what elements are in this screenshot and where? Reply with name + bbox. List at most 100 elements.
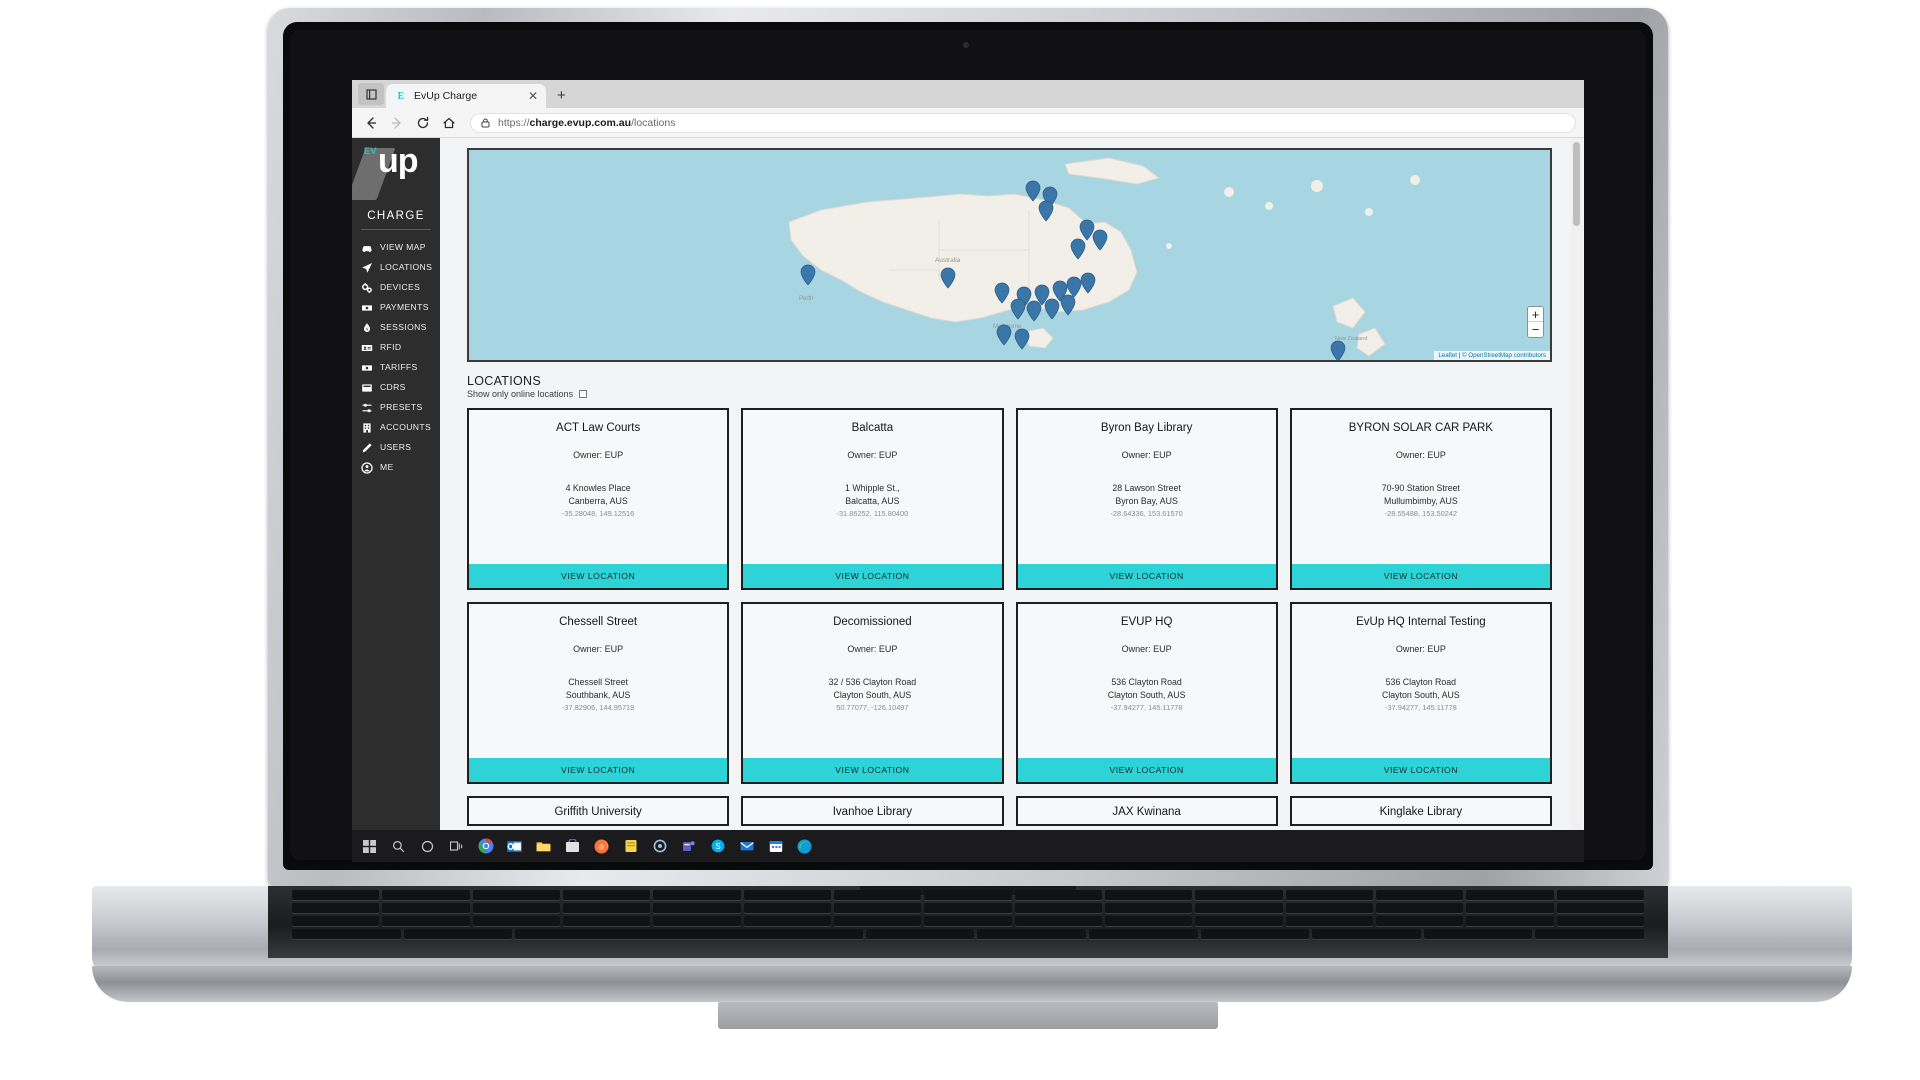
locations-grid: ACT Law Courts Owner: EUP 4 Knowles Plac… (467, 408, 1552, 826)
view-location-button[interactable]: VIEW LOCATION (1291, 564, 1550, 588)
settings-icon[interactable] (650, 837, 669, 856)
teams-icon[interactable] (679, 837, 698, 856)
view-location-button[interactable]: VIEW LOCATION (1017, 564, 1276, 588)
sidebar-item-rfid[interactable]: RFID (352, 338, 440, 358)
location-name: EVUP HQ (1120, 616, 1173, 628)
location-card[interactable]: ACT Law Courts Owner: EUP 4 Knowles Plac… (467, 408, 730, 590)
location-owner: Owner: EUP (477, 450, 719, 460)
reload-icon[interactable] (412, 112, 434, 134)
location-city: Byron Bay, AUS (1115, 495, 1178, 506)
sidebar-item-locations[interactable]: LOCATIONS (352, 258, 440, 278)
owner-prefix: Owner: (1395, 643, 1428, 654)
banknote-icon (361, 362, 373, 374)
location-street: 536 Clayton Road (1111, 676, 1182, 687)
home-icon[interactable] (438, 112, 460, 134)
online-filter-row: Show only online locations (467, 389, 1570, 399)
url-host: charge.evup.com.au (529, 116, 632, 129)
sidebar-item-view-map[interactable]: VIEW MAP (352, 238, 440, 258)
calendar-icon[interactable] (766, 837, 785, 856)
owner-value: EUP (1153, 449, 1172, 460)
leaflet-link[interactable]: Leaflet (1438, 352, 1457, 359)
map-canvas: Australia Perth Melbourne New Zealand Au… (469, 150, 1550, 360)
cortana-icon[interactable] (418, 837, 437, 856)
owner-prefix: Owner: (573, 643, 605, 654)
owner-value: EUP (1427, 643, 1446, 654)
user-circle-icon (361, 462, 373, 474)
zoom-in-button[interactable]: + (1528, 307, 1543, 322)
location-street: 1 Whipple St., (844, 482, 900, 493)
location-street: 28 Lawson Street (1112, 482, 1181, 493)
location-card[interactable]: Griffith University (467, 796, 730, 826)
location-card[interactable]: BYRON SOLAR CAR PARK Owner: EUP 70-90 St… (1289, 408, 1552, 590)
owner-value: EUP (1427, 449, 1446, 460)
explorer-icon[interactable] (534, 837, 553, 856)
tab-title: EvUp Charge (414, 90, 478, 102)
trackpad[interactable] (718, 1001, 1218, 1029)
outlook-icon[interactable] (505, 837, 524, 856)
sidebar-item-tariffs[interactable]: TARIFFS (352, 358, 440, 378)
location-city: Balcatta, AUS (845, 495, 900, 506)
location-card[interactable]: JAX Kwinana (1015, 796, 1278, 826)
locations-map[interactable]: Australia Perth Melbourne New Zealand Au… (467, 148, 1552, 362)
close-icon[interactable]: ✕ (528, 90, 538, 102)
owner-value: EUP (604, 449, 624, 460)
view-location-button[interactable]: VIEW LOCATION (743, 758, 1002, 782)
sidebar-item-me[interactable]: ME (352, 458, 440, 478)
taskview-icon[interactable] (447, 837, 466, 856)
map-zoom-controls[interactable]: + − (1527, 306, 1544, 338)
location-city: Clayton South, AUS (833, 689, 912, 700)
location-card[interactable]: Balcatta Owner: EUP 1 Whipple St., Balca… (741, 408, 1004, 590)
address-bar[interactable]: https://charge.evup.com.au/locations (470, 112, 1576, 133)
sidebar-item-users[interactable]: USERS (352, 438, 440, 458)
search-icon[interactable] (389, 837, 408, 856)
store-icon[interactable] (563, 837, 582, 856)
location-coords: -28.64336, 153.61570 (1110, 509, 1183, 519)
back-icon[interactable] (360, 112, 382, 134)
view-location-button[interactable]: VIEW LOCATION (1291, 758, 1550, 782)
online-filter-checkbox[interactable] (579, 390, 588, 398)
location-name: ACT Law Courts (556, 422, 641, 434)
sidebar-item-label: TARIFFS (380, 362, 418, 373)
new-tab-button[interactable]: + (548, 88, 575, 105)
sidebar-item-presets[interactable]: PRESETS (352, 398, 440, 418)
sidebar-item-sessions[interactable]: SESSIONS (352, 318, 440, 338)
sidebar-item-accounts[interactable]: ACCOUNTS (352, 418, 440, 438)
chrome-icon[interactable] (476, 837, 495, 856)
card-body: ACT Law Courts Owner: EUP 4 Knowles Plac… (469, 410, 727, 564)
mail-icon[interactable] (737, 837, 756, 856)
logo-ev-text: EV (364, 146, 378, 156)
view-location-button[interactable]: VIEW LOCATION (1017, 758, 1276, 782)
start-icon[interactable] (360, 837, 379, 856)
view-location-button[interactable]: VIEW LOCATION (469, 564, 728, 588)
location-card[interactable]: EvUp HQ Internal Testing Owner: EUP 536 … (1289, 602, 1552, 784)
application-area: EV up CHARGE VIEW MAP LOCATIONS DEVICES … (352, 138, 1584, 860)
view-location-button[interactable]: VIEW LOCATION (469, 758, 728, 782)
zoom-out-button[interactable]: − (1528, 322, 1543, 337)
brand-logo[interactable]: EV up (352, 138, 440, 204)
location-card[interactable]: Kinglake Library (1289, 796, 1552, 826)
sidebar-item-payments[interactable]: PAYMENTS (352, 298, 440, 318)
browser-tab[interactable]: E EvUp Charge ✕ (386, 84, 546, 108)
card-body: Chessell Street Owner: EUP Chessell Stre… (469, 604, 727, 758)
scrollbar-thumb[interactable] (1573, 142, 1580, 226)
location-coords: 50.77077, -126.10497 (836, 703, 909, 713)
location-card[interactable]: Chessell Street Owner: EUP Chessell Stre… (467, 602, 730, 784)
osm-link[interactable]: © OpenStreetMap contributors (1462, 352, 1546, 359)
browser-toolbar: https://charge.evup.com.au/locations (352, 108, 1584, 138)
location-card[interactable]: Ivanhoe Library (741, 796, 1004, 826)
sidebar-item-cdrs[interactable]: CDRS (352, 378, 440, 398)
card-body: BYRON SOLAR CAR PARK Owner: EUP 70-90 St… (1292, 410, 1550, 564)
notes-icon[interactable] (621, 837, 640, 856)
sidebar-item-label: USERS (380, 442, 412, 453)
location-owner: Owner: EUP (477, 644, 719, 654)
view-location-button[interactable]: VIEW LOCATION (743, 564, 1002, 588)
tab-actions-icon[interactable] (358, 83, 384, 105)
skype-icon[interactable]: S (708, 837, 727, 856)
location-card[interactable]: Byron Bay Library Owner: EUP 28 Lawson S… (1015, 408, 1278, 590)
page-scrollbar[interactable]: ▼ (1571, 138, 1582, 860)
location-card[interactable]: Decomissioned Owner: EUP 32 / 536 Clayto… (741, 602, 1004, 784)
edge-icon[interactable] (795, 837, 814, 856)
location-card[interactable]: EVUP HQ Owner: EUP 536 Clayton Road Clay… (1015, 602, 1278, 784)
sidebar-item-devices[interactable]: DEVICES (352, 278, 440, 298)
firefox-icon[interactable] (592, 837, 611, 856)
